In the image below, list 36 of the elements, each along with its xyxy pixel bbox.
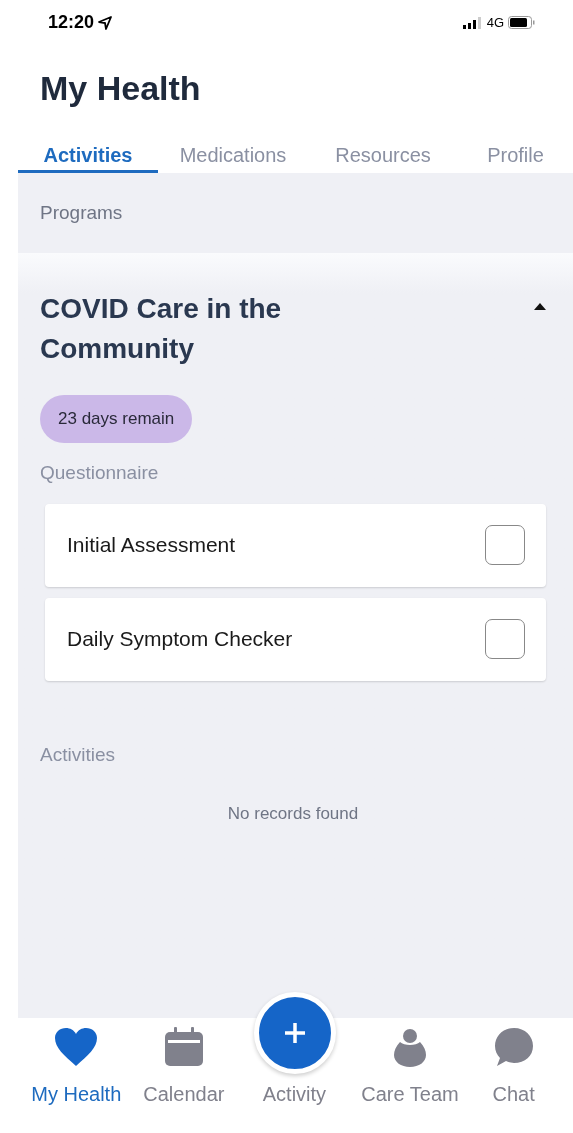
page-title: My Health <box>40 68 202 109</box>
program-title: COVID Care in the Community <box>40 292 283 366</box>
calendar-icon <box>163 1027 204 1067</box>
person-icon <box>393 1029 426 1067</box>
nav-label: Chat <box>492 1082 535 1107</box>
checkbox[interactable] <box>485 619 525 659</box>
plus-icon <box>283 1021 308 1045</box>
collapse-caret-icon[interactable] <box>534 303 546 310</box>
checkbox[interactable] <box>485 525 525 565</box>
nav-tab[interactable]: Chat <box>464 1018 563 1133</box>
nav-tab[interactable]: Calendar <box>134 1018 234 1133</box>
heart-icon <box>54 1027 99 1067</box>
nav-label: Calendar <box>143 1082 225 1107</box>
section-label: Programs <box>40 200 123 225</box>
network-label: 4G <box>486 13 504 32</box>
section-label: Questionnaire <box>40 461 160 485</box>
status-time: 12:20 <box>48 11 95 34</box>
days-remaining-badge: 23 days remain <box>40 395 193 443</box>
signal-icon <box>462 16 483 29</box>
battery-icon <box>508 16 535 29</box>
location-arrow-icon <box>98 15 113 30</box>
nav-label: My Health <box>31 1082 122 1107</box>
tab[interactable]: Medications <box>158 140 308 173</box>
section-label: Activities <box>40 742 116 767</box>
nav-label: Care Team <box>361 1082 459 1107</box>
tab[interactable]: Profile <box>458 140 573 173</box>
questionnaire-label: Daily Symptom Checker <box>67 626 293 653</box>
chat-bubble-icon <box>493 1027 534 1067</box>
questionnaire-card[interactable]: Daily Symptom Checker <box>45 597 546 681</box>
questionnaire-card[interactable]: Initial Assessment <box>45 503 546 587</box>
nav-tab[interactable]: Activity <box>262 1079 327 1109</box>
tab[interactable]: Resources <box>308 140 458 173</box>
nav-tab[interactable]: My Health <box>18 1018 135 1133</box>
empty-message: No records found <box>227 803 359 825</box>
questionnaire-label: Initial Assessment <box>67 532 236 559</box>
nav-tab[interactable]: Care Team <box>355 1018 465 1133</box>
